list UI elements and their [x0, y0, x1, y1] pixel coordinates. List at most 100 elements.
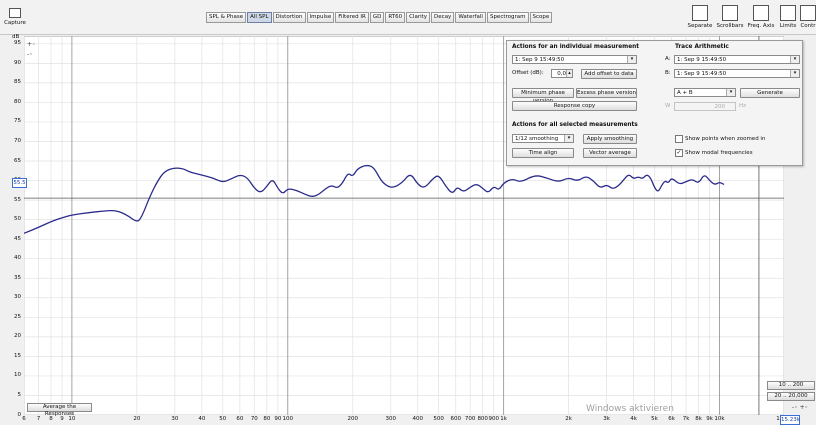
x-tick-label: 30: [171, 416, 179, 422]
time-align-button[interactable]: Time align: [512, 148, 574, 158]
cursor-x-readout: 15.23k: [780, 415, 800, 425]
x-tick-label: 3k: [603, 416, 610, 422]
offset-label: Offset (dB):: [512, 70, 544, 76]
x-tick-label: 7k: [682, 416, 690, 422]
individual-actions-title: Actions for an individual measurement: [512, 44, 640, 50]
measurement-select[interactable]: 1: Sep 9 15:49:50 ▾: [512, 55, 637, 64]
x-tick-label: 300: [385, 416, 396, 422]
tab-rt60[interactable]: RT60: [385, 12, 406, 23]
add-offset-button[interactable]: Add offset to data: [581, 69, 637, 79]
tab-distortion[interactable]: Distortion: [272, 12, 306, 23]
x-tick-label: 50: [219, 416, 227, 422]
average-responses-button[interactable]: Average the Responses: [27, 403, 92, 417]
tab-clarity[interactable]: Clarity: [406, 12, 431, 23]
tab-waterfall[interactable]: Waterfall: [455, 12, 486, 23]
tab-scope[interactable]: Scope: [529, 12, 553, 23]
y-tick-label: 45: [14, 235, 21, 242]
trace-b-select[interactable]: 1: Sep 9 15:49:50 ▾: [674, 69, 800, 78]
y-tick-label: 95: [14, 40, 21, 47]
excess-phase-button[interactable]: Excess phase version: [576, 88, 637, 98]
zoom-x-icons[interactable]: -◦ +◦: [792, 404, 808, 411]
y-tick-label: 55: [14, 196, 21, 203]
chevron-down-icon: ▾: [790, 70, 799, 77]
x-tick-label: 80: [263, 416, 271, 422]
toolbar: Capture SPL & Phase All SPL Distortion I…: [0, 0, 816, 35]
y-tick-label: 50: [14, 216, 21, 223]
freq-axis-icon: [753, 5, 769, 21]
x-tick-label: 70: [250, 416, 258, 422]
y-tick-label: 65: [14, 157, 21, 164]
apply-smoothing-button[interactable]: Apply smoothing: [583, 134, 637, 144]
x-tick-label: 8k: [695, 416, 702, 422]
y-tick-label: 80: [14, 98, 21, 105]
tab-filtered-ir[interactable]: Filtered IR: [335, 12, 369, 23]
vector-average-button[interactable]: Vector average: [583, 148, 637, 158]
x-tick-label: 2k: [565, 416, 572, 422]
chevron-down-icon: ▾: [790, 56, 799, 63]
limits-icon: [780, 5, 796, 21]
show-modal-checkbox[interactable]: ✓: [675, 149, 683, 157]
x-tick-label: 400: [412, 416, 423, 422]
x-tick-label: 40: [198, 416, 206, 422]
smoothing-select[interactable]: 1/12 smoothing ▾: [512, 134, 574, 143]
limits-button[interactable]: Limits: [778, 5, 798, 29]
x-tick-label: 10k: [714, 416, 725, 422]
windows-watermark: Windows aktivieren: [586, 404, 674, 414]
x-tick-label: 6k: [668, 416, 675, 422]
y-tick-label: 25: [14, 313, 21, 320]
x-tick-label: 1k: [500, 416, 507, 422]
y-tick-label: 0: [17, 411, 22, 418]
freq-axis-button[interactable]: Freq. Axis: [746, 5, 776, 29]
tab-decay[interactable]: Decay: [431, 12, 455, 23]
capture-button[interactable]: Capture: [4, 4, 26, 26]
controls-panel: Actions for an individual measurement 1:…: [506, 40, 803, 166]
chevron-down-icon: ▾: [564, 135, 573, 142]
x-tick-label: 4k: [630, 416, 637, 422]
controls-icon: [800, 5, 816, 21]
y-tick-label: 85: [14, 79, 21, 86]
y-tick-label: 5: [17, 391, 22, 398]
y-tick-label: 15: [14, 352, 21, 359]
generate-button[interactable]: Generate: [740, 88, 800, 98]
x-tick-label: 5k: [651, 416, 658, 422]
controls-button[interactable]: Contr: [800, 5, 816, 29]
minimum-phase-button[interactable]: Minimum phase version: [512, 88, 574, 104]
x-tick-label: 800: [477, 416, 488, 422]
zoom-in-y-icon[interactable]: +◦: [27, 41, 36, 48]
w-input[interactable]: 200: [674, 102, 736, 111]
spinner-icon: ▴: [566, 70, 572, 77]
x-tick-label: 600: [450, 416, 461, 422]
w-label: W: [665, 103, 671, 109]
response-copy-button[interactable]: Response copy: [512, 101, 637, 111]
graph-tabs: SPL & Phase All SPL Distortion Impulse F…: [206, 12, 553, 23]
trace-arithmetic-title: Trace Arithmetic: [675, 44, 729, 50]
scrollbars-button[interactable]: Scrollbars: [716, 5, 744, 29]
range-10-200-button[interactable]: 10 .. 200: [767, 381, 815, 390]
x-tick-label: 200: [347, 416, 358, 422]
tab-all-spl[interactable]: All SPL: [247, 12, 272, 23]
tab-impulse[interactable]: Impulse: [306, 12, 335, 23]
trace-a-label: A:: [665, 56, 671, 62]
chevron-down-icon: ▾: [726, 89, 735, 96]
scrollbars-icon: [722, 5, 738, 21]
separate-icon: [692, 5, 708, 21]
show-points-checkbox[interactable]: [675, 135, 683, 143]
show-modal-label: Show modal frequencies: [685, 150, 753, 156]
offset-input[interactable]: 0,0 ▴: [551, 69, 573, 78]
show-points-label: Show points when zoomed in: [685, 136, 766, 142]
tab-spl-phase[interactable]: SPL & Phase: [206, 12, 247, 23]
tab-gd[interactable]: GD: [369, 12, 385, 23]
x-tick-label: 900: [488, 416, 499, 422]
x-tick-label: 90: [274, 416, 282, 422]
operation-select[interactable]: A + B ▾: [674, 88, 736, 97]
tab-spectrogram[interactable]: Spectrogram: [486, 12, 529, 23]
zoom-out-y-icon[interactable]: -◦: [27, 51, 33, 58]
y-tick-label: 40: [14, 255, 21, 262]
x-tick-label: 60: [236, 416, 244, 422]
separate-button[interactable]: Separate: [686, 5, 714, 29]
x-tick-label: 9k: [706, 416, 713, 422]
x-tick-label: 700: [464, 416, 476, 422]
range-20-20000-button[interactable]: 20 .. 20,000: [767, 392, 815, 401]
trace-a-select[interactable]: 1: Sep 9 15:49:50 ▾: [674, 55, 800, 64]
y-axis-unit: dB: [12, 34, 20, 40]
